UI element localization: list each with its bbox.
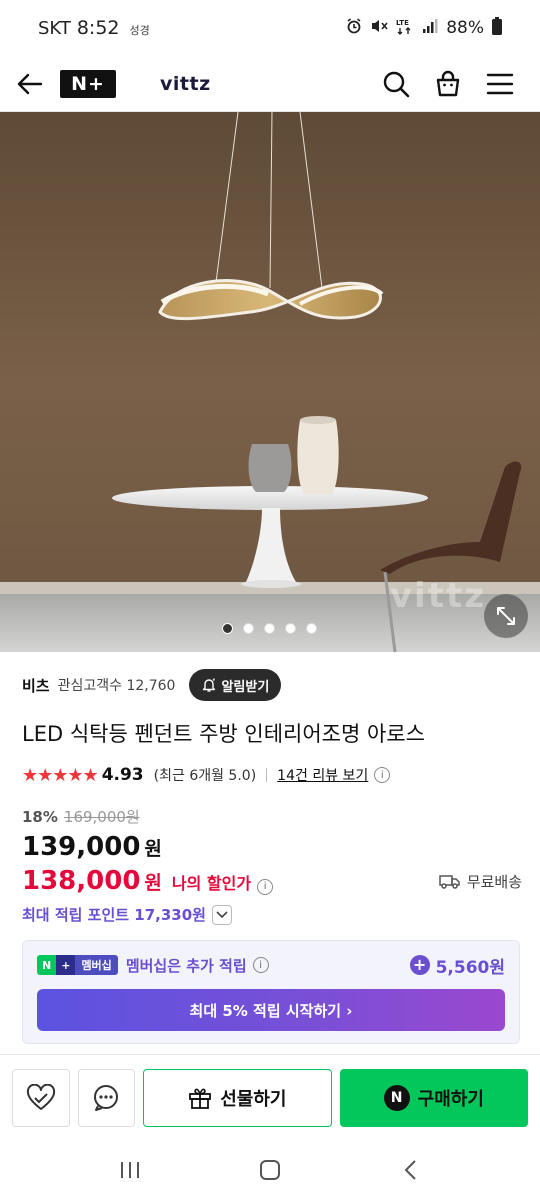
- my-price-row: 138,000 원 나의 할인가 i 무료배송: [22, 866, 522, 896]
- store-label[interactable]: 비츠: [22, 675, 50, 696]
- info-icon[interactable]: i: [257, 878, 274, 895]
- cart-button[interactable]: [422, 56, 474, 112]
- expand-image-button[interactable]: [484, 594, 528, 638]
- rating-row: ★★★★★ 4.93 (최근 6개월 5.0) 14건 리뷰 보기 i: [22, 764, 391, 786]
- rating-divider: [266, 768, 268, 782]
- mute-icon: [370, 18, 388, 38]
- membership-start-button[interactable]: 최대 5% 적립 시작하기 ›: [37, 989, 505, 1031]
- system-back-button[interactable]: [380, 1140, 440, 1200]
- review-link[interactable]: 14건 리뷰 보기: [277, 765, 368, 785]
- recent-apps-icon: [121, 1162, 139, 1178]
- follower-count: 관심고객수 12,760: [57, 678, 176, 694]
- search-icon: [383, 71, 410, 97]
- chevron-left-icon: [404, 1160, 416, 1180]
- product-image-carousel[interactable]: vittz: [0, 112, 540, 652]
- info-icon[interactable]: i: [252, 957, 269, 973]
- naver-plus-logo[interactable]: N+: [60, 69, 116, 98]
- recent-apps-button[interactable]: [100, 1140, 160, 1200]
- lte-icon: LTE: [396, 17, 414, 39]
- rating-stars: ★★★★★: [22, 764, 99, 786]
- membership-text: 멤버십은 추가 적립: [125, 956, 247, 975]
- plus-circle-icon: +: [409, 955, 430, 975]
- original-price: 169,000원: [63, 808, 140, 826]
- store-name[interactable]: vittz: [160, 73, 211, 95]
- expand-icon: [497, 607, 515, 625]
- menu-button[interactable]: [474, 56, 526, 112]
- chevron-down-icon: [216, 910, 228, 918]
- carousel-dot[interactable]: [306, 623, 317, 634]
- app-header: N+ vittz: [0, 56, 540, 112]
- gift-label: 선물하기: [220, 1088, 287, 1110]
- membership-amount: 5,560원: [435, 957, 505, 978]
- discount-row: 18% 169,000원: [22, 806, 140, 827]
- hero-watermark: vittz: [389, 576, 486, 616]
- back-arrow-icon: [17, 73, 43, 94]
- status-extra: 성경: [129, 24, 150, 37]
- gift-icon: [189, 1088, 212, 1109]
- my-discount-price: 138,000: [22, 866, 141, 896]
- rating-recent: (최근 6개월 5.0): [153, 768, 257, 784]
- bell-icon: [203, 678, 216, 692]
- buy-label: 구매하기: [417, 1088, 484, 1110]
- alarm-label: 알림받기: [221, 679, 270, 695]
- product-title: LED 식탁등 펜던트 주방 인테리어조명 아로스: [22, 722, 425, 746]
- status-carrier: SKT: [38, 18, 71, 39]
- max-points: 최대 적립 포인트 17,330원: [22, 906, 206, 924]
- points-expand-button[interactable]: [211, 904, 232, 925]
- shipping-info: 무료배송: [439, 871, 522, 892]
- discount-percent: 18%: [22, 807, 58, 826]
- status-bar: SKT 8:52 성경 LTE 88%: [0, 0, 540, 56]
- chat-icon: [94, 1084, 119, 1111]
- battery-icon: [492, 17, 502, 39]
- carousel-dot[interactable]: [264, 623, 275, 634]
- system-nav-bar: [0, 1140, 540, 1200]
- back-button[interactable]: [0, 56, 60, 112]
- my-price-label: 나의 할인가: [171, 874, 252, 893]
- membership-badge: N + 멤버십: [37, 955, 118, 975]
- signal-icon: [422, 18, 438, 38]
- info-icon[interactable]: i: [374, 767, 391, 783]
- membership-amount-row: + 5,560원: [409, 953, 505, 978]
- sale-price: 139,000: [22, 832, 141, 862]
- home-icon: [260, 1160, 280, 1180]
- sale-price-row: 139,000 원: [22, 832, 162, 862]
- membership-badge-n: N: [37, 955, 57, 975]
- naver-pay-icon: N: [383, 1084, 410, 1111]
- status-time: 8:52: [76, 17, 120, 39]
- rating-score: 4.93: [101, 765, 144, 785]
- svg-text:LTE: LTE: [396, 19, 409, 27]
- cart-icon: [436, 70, 460, 96]
- heart-check-icon: [26, 1083, 55, 1110]
- sale-price-currency: 원: [144, 838, 162, 860]
- search-button[interactable]: [370, 56, 422, 112]
- truck-icon: [439, 875, 460, 889]
- buy-button[interactable]: N 구매하기: [339, 1068, 529, 1127]
- carousel-dot[interactable]: [222, 623, 233, 634]
- membership-promo: N + 멤버십 멤버십은 추가 적립 i + 5,560원 최대 5% 적립 시…: [22, 940, 520, 1044]
- my-price-currency: 원: [144, 872, 162, 894]
- battery-percent: 88%: [446, 18, 484, 38]
- carousel-dot[interactable]: [285, 623, 296, 634]
- points-row[interactable]: 최대 적립 포인트 17,330원: [22, 904, 232, 925]
- alarm-subscribe-button[interactable]: 알림받기: [189, 669, 282, 701]
- carousel-dots[interactable]: [222, 623, 317, 634]
- product-photo: [0, 112, 540, 652]
- alarm-icon: [346, 18, 362, 38]
- shipping-label: 무료배송: [466, 872, 522, 891]
- talk-button[interactable]: [77, 1068, 136, 1127]
- gift-button[interactable]: 선물하기: [143, 1068, 332, 1127]
- membership-badge-text: 멤버십: [75, 955, 118, 975]
- wishlist-button[interactable]: [12, 1068, 70, 1127]
- store-info: 비츠 관심고객수 12,760 알림받기: [22, 668, 282, 702]
- menu-icon: [486, 73, 514, 94]
- home-button[interactable]: [240, 1140, 300, 1200]
- carousel-dot[interactable]: [243, 623, 254, 634]
- membership-badge-plus: +: [56, 955, 76, 975]
- bottom-action-bar: 선물하기 N 구매하기: [0, 1054, 540, 1140]
